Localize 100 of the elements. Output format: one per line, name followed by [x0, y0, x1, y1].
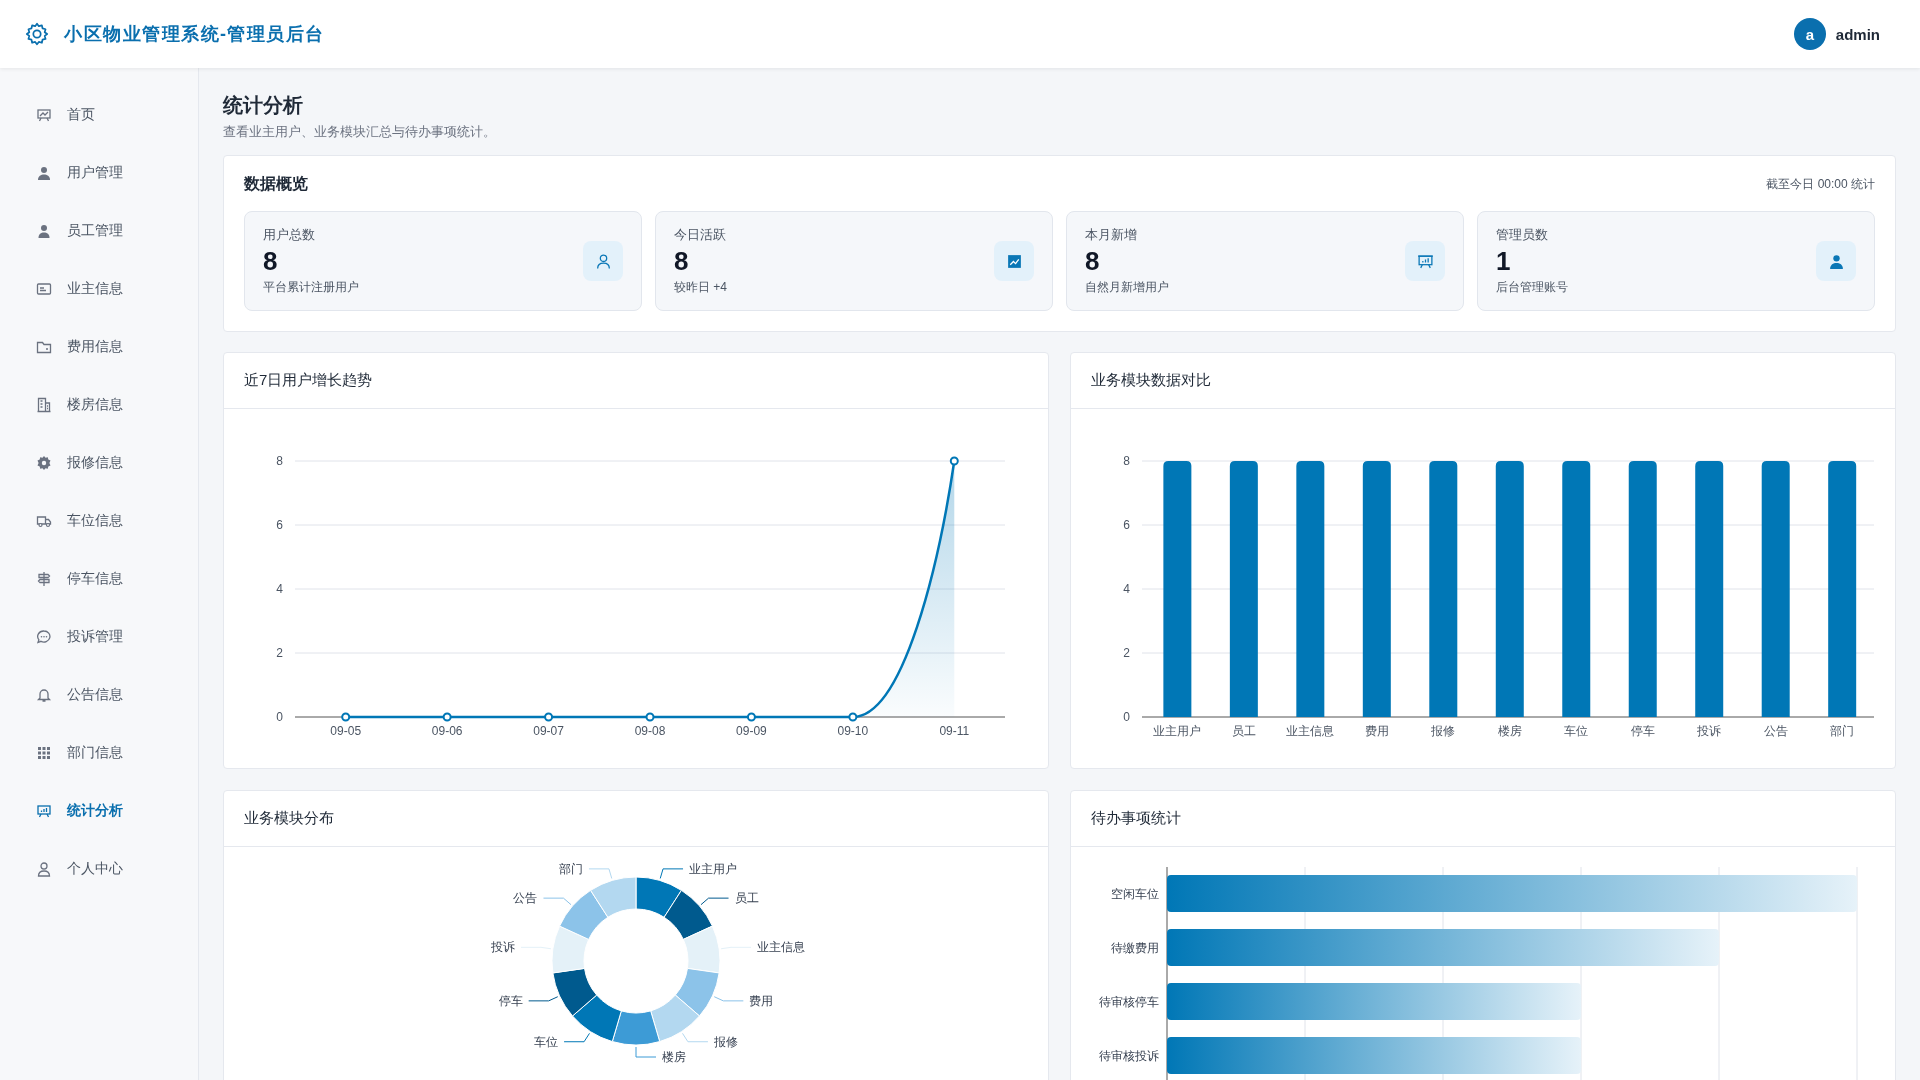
- stat-value: 8: [263, 246, 279, 278]
- leader-line: [700, 897, 730, 906]
- person-icon: [36, 165, 52, 181]
- sidebar-item[interactable]: 公告信息: [0, 666, 198, 724]
- slice-label: 停车: [498, 994, 523, 1009]
- slice-label: 车位: [534, 1034, 559, 1049]
- slice-label: 费用: [749, 994, 774, 1009]
- axis-label: 待审核停车: [1099, 995, 1159, 1010]
- folder-icon: [36, 339, 52, 355]
- panel-title: 业务模块数据对比: [1091, 371, 1211, 391]
- axis-label: 公告: [1763, 724, 1788, 739]
- data-point: [949, 456, 959, 466]
- username[interactable]: admin: [1835, 25, 1880, 43]
- data-point: [544, 712, 554, 722]
- donut-slice: [572, 994, 622, 1043]
- axis-label: 09-08: [634, 724, 666, 739]
- data-point: [341, 712, 351, 722]
- sidebar-item[interactable]: 楼房信息: [0, 376, 198, 434]
- sidebar-item[interactable]: 员工管理: [0, 202, 198, 260]
- sidebar-item[interactable]: 部门信息: [0, 724, 198, 782]
- sidebar-item[interactable]: 首页: [0, 86, 198, 144]
- sidebar-item[interactable]: 车位信息: [0, 492, 198, 550]
- stat-caption: 平台累计注册用户: [263, 279, 359, 297]
- sidebar-item[interactable]: 用户管理: [0, 144, 198, 202]
- bell-icon: [36, 687, 52, 703]
- stat-label: 管理员数: [1496, 226, 1549, 244]
- leader-line: [542, 897, 572, 906]
- person-outline-icon: [36, 861, 52, 877]
- axis-label: 8: [1123, 454, 1130, 469]
- stat-label: 今日活跃: [674, 226, 727, 244]
- data-point: [442, 712, 452, 722]
- donut-slice: [663, 890, 713, 941]
- axis-label: 0: [1123, 710, 1130, 725]
- axis-label: 09-11: [939, 724, 970, 739]
- app-title: 小区物业管理系统-管理员后台: [64, 23, 325, 46]
- stat-value: 8: [1085, 246, 1101, 278]
- slice-label: 报修: [713, 1034, 738, 1049]
- donut-slice: [590, 876, 637, 918]
- axis-label: 09-05: [330, 724, 362, 739]
- slice-label: 投诉: [491, 940, 515, 955]
- axis-label: 报修: [1431, 724, 1456, 739]
- leader-line: [528, 996, 559, 1002]
- leader-line: [659, 868, 684, 880]
- avatar[interactable]: a: [1793, 18, 1826, 50]
- signpost-icon: [36, 571, 52, 587]
- panel-title: 数据概览: [244, 174, 308, 194]
- grid-icon: [36, 745, 52, 761]
- axis-label: 车位: [1564, 724, 1589, 739]
- axis-label: 09-09: [736, 724, 767, 739]
- axis-label: 6: [1123, 518, 1130, 533]
- axis-label: 09-10: [837, 724, 869, 739]
- axis-label: 4: [1123, 582, 1130, 597]
- page-title: 统计分析: [223, 93, 304, 118]
- person-icon: [1827, 252, 1845, 270]
- axis-label: 员工: [1231, 724, 1256, 739]
- donut-slice: [682, 925, 721, 974]
- axis-label: 业主用户: [1153, 724, 1202, 739]
- stat-value: 1: [1496, 246, 1512, 278]
- data-point: [645, 712, 655, 722]
- chat-bubble-icon: [36, 629, 52, 645]
- panel-title: 近7日用户增长趋势: [244, 371, 373, 391]
- page-subtitle: 查看业主用户、业务模块汇总与待办事项统计。: [223, 123, 497, 141]
- stat-label: 用户总数: [263, 226, 316, 244]
- slice-label: 楼房: [662, 1050, 686, 1065]
- sidebar-item[interactable]: 统计分析: [0, 782, 198, 840]
- presentation-board-icon: [36, 107, 52, 123]
- axis-label: 2: [276, 646, 283, 661]
- axis-label: 09-07: [533, 724, 564, 739]
- donut-slice: [559, 890, 609, 941]
- slice-label: 公告: [513, 891, 538, 906]
- sidebar-item[interactable]: 个人中心: [0, 840, 198, 898]
- person-outline-icon: [594, 252, 612, 270]
- axis-label: 09-06: [431, 724, 463, 739]
- axis-label: 待审核投诉: [1099, 1049, 1159, 1064]
- slice-label: 业主信息: [757, 940, 805, 955]
- panel-title: 待办事项统计: [1091, 809, 1181, 829]
- donut-slice: [551, 925, 590, 974]
- stat-note: 截至今日 00:00 统计: [1766, 176, 1875, 193]
- slice-label: 部门: [558, 862, 583, 877]
- sidebar-item[interactable]: 投诉管理: [0, 608, 198, 666]
- person-icon: [36, 223, 52, 239]
- leader-line: [588, 868, 613, 880]
- sidebar-item[interactable]: 停车信息: [0, 550, 198, 608]
- id-card-icon: [36, 281, 52, 297]
- axis-label: 部门: [1830, 724, 1855, 739]
- leader-line: [713, 996, 744, 1002]
- sidebar-item[interactable]: 报修信息: [0, 434, 198, 492]
- slice-label: 员工: [734, 891, 759, 906]
- stat-value: 8: [674, 246, 690, 278]
- axis-label: 业主信息: [1286, 724, 1335, 739]
- donut-slice: [650, 994, 700, 1043]
- sidebar-item[interactable]: 费用信息: [0, 318, 198, 376]
- donut-slice: [674, 968, 720, 1017]
- donut-slice: [611, 1010, 661, 1046]
- truck-icon: [36, 513, 52, 529]
- axis-label: 空闲车位: [1111, 887, 1159, 902]
- axis-label: 停车: [1630, 724, 1655, 739]
- axis-label: 8: [276, 454, 283, 469]
- leader-line: [635, 1046, 657, 1058]
- sidebar-item[interactable]: 业主信息: [0, 260, 198, 318]
